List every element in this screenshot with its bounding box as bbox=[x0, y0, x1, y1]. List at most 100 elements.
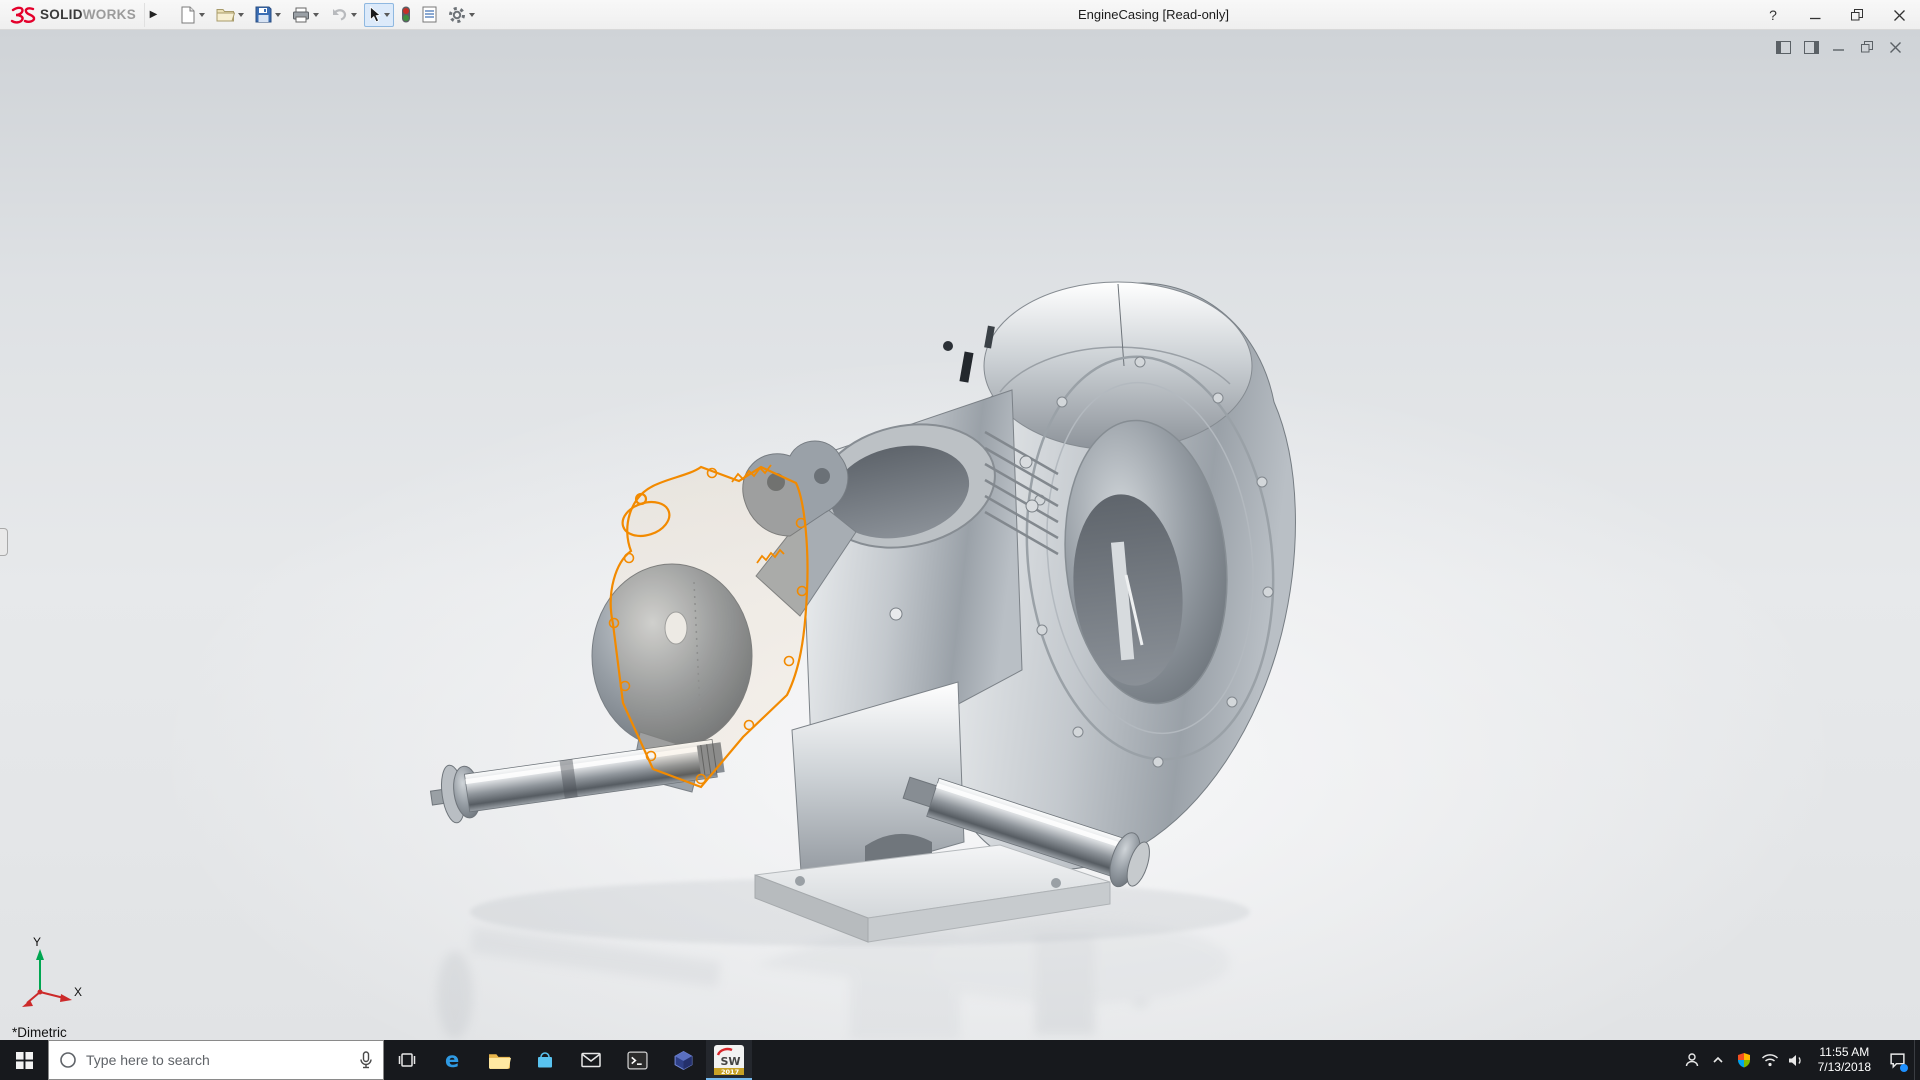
gear-icon bbox=[448, 6, 466, 24]
dowel-pin bbox=[959, 352, 973, 383]
solidworks-logo: SOLIDWORKS bbox=[0, 6, 144, 24]
document-title: EngineCasing [Read-only] bbox=[1078, 0, 1229, 30]
z-axis-arrow bbox=[22, 1000, 33, 1007]
maximize-restore-button[interactable] bbox=[1836, 0, 1878, 30]
document-window-controls bbox=[1774, 39, 1904, 55]
system-tray: 11:55 AM 7/13/2018 bbox=[1679, 1040, 1920, 1080]
titlebar: SOLIDWORKS ▶ bbox=[0, 0, 1920, 30]
taskbar-search[interactable] bbox=[48, 1040, 384, 1080]
selected-sketch[interactable] bbox=[610, 465, 808, 787]
taskbar-app-file-explorer[interactable] bbox=[476, 1040, 522, 1080]
restore-icon bbox=[1861, 41, 1873, 53]
notification-badge bbox=[1900, 1064, 1908, 1072]
taskbar-app-edge[interactable]: e bbox=[430, 1040, 476, 1080]
dassault-3ds-logo-icon bbox=[10, 6, 36, 24]
rebuild-stoplight-icon bbox=[401, 6, 411, 23]
taskbar-app-store[interactable] bbox=[522, 1040, 568, 1080]
brand-text: SOLIDWORKS bbox=[40, 7, 136, 22]
action-center-button[interactable] bbox=[1880, 1040, 1914, 1080]
view-orientation-label: *Dimetric bbox=[12, 1025, 67, 1040]
sw-label: SW bbox=[721, 1055, 741, 1068]
window-controls: ? bbox=[1752, 0, 1920, 30]
taskbar-app-mail[interactable] bbox=[568, 1040, 614, 1080]
sw-year-label: 2017 bbox=[721, 1068, 739, 1075]
mail-envelope-icon bbox=[581, 1052, 601, 1068]
undo-arrow-icon bbox=[330, 7, 348, 22]
pane-left-icon bbox=[1776, 41, 1791, 54]
person-icon bbox=[1684, 1052, 1700, 1068]
doc-minimize-button[interactable] bbox=[1830, 39, 1848, 55]
new-document-icon bbox=[180, 6, 196, 24]
svg-text:e: e bbox=[445, 1048, 459, 1072]
doc-restore-button[interactable] bbox=[1858, 39, 1876, 55]
save-floppy-icon bbox=[255, 6, 272, 23]
taskbar-app-command-prompt[interactable] bbox=[614, 1040, 660, 1080]
graphics-area[interactable]: Y X *Dimetric bbox=[0, 30, 1920, 1040]
select-button[interactable] bbox=[364, 3, 394, 27]
tray-network[interactable] bbox=[1757, 1040, 1783, 1080]
task-view-icon bbox=[397, 1050, 417, 1070]
file-properties-button[interactable] bbox=[418, 3, 441, 27]
clock-time: 11:55 AM bbox=[1819, 1045, 1869, 1060]
dropdown-caret-icon bbox=[199, 13, 205, 17]
pane-right-icon bbox=[1804, 41, 1819, 54]
taskbar-app-cad-viewer[interactable] bbox=[660, 1040, 706, 1080]
print-button[interactable] bbox=[288, 3, 323, 27]
start-button[interactable] bbox=[0, 1040, 48, 1080]
dropdown-caret-icon bbox=[313, 13, 319, 17]
tray-volume[interactable] bbox=[1783, 1040, 1809, 1080]
show-desktop-button[interactable] bbox=[1914, 1040, 1920, 1080]
tray-hidden-icons[interactable] bbox=[1705, 1040, 1731, 1080]
x-axis-label: X bbox=[74, 985, 82, 999]
printer-icon bbox=[292, 7, 310, 23]
dropdown-caret-icon bbox=[469, 13, 475, 17]
windows-start-icon bbox=[16, 1052, 33, 1069]
minimize-icon bbox=[1833, 41, 1845, 53]
chevron-up-icon bbox=[1711, 1053, 1725, 1067]
clock-date: 7/13/2018 bbox=[1818, 1060, 1871, 1075]
file-explorer-icon bbox=[488, 1051, 511, 1070]
display-pane-button[interactable] bbox=[1802, 39, 1820, 55]
open-button[interactable] bbox=[212, 3, 248, 27]
minimize-button[interactable] bbox=[1794, 0, 1836, 30]
dropdown-caret-icon bbox=[351, 13, 357, 17]
file-properties-icon bbox=[422, 6, 437, 23]
menu-flyout-arrow[interactable]: ▶ bbox=[144, 3, 162, 27]
dropdown-caret-icon bbox=[275, 13, 281, 17]
restore-icon bbox=[1851, 9, 1863, 21]
cube-app-icon bbox=[673, 1050, 694, 1071]
task-view-button[interactable] bbox=[384, 1040, 430, 1080]
save-button[interactable] bbox=[251, 3, 285, 27]
close-button[interactable] bbox=[1878, 0, 1920, 30]
y-axis-label: Y bbox=[33, 935, 41, 949]
solidworks-2017-icon: SW 2017 bbox=[714, 1045, 744, 1075]
feature-manager-collapsed-handle[interactable] bbox=[0, 528, 8, 556]
options-button[interactable] bbox=[444, 3, 479, 27]
y-axis-arrow bbox=[36, 949, 44, 960]
tray-defender[interactable] bbox=[1731, 1040, 1757, 1080]
taskbar-clock[interactable]: 11:55 AM 7/13/2018 bbox=[1809, 1045, 1880, 1075]
speaker-icon bbox=[1787, 1053, 1805, 1068]
main-toolbar bbox=[176, 3, 479, 27]
minimize-icon bbox=[1810, 10, 1821, 21]
close-icon bbox=[1890, 42, 1901, 53]
x-axis-arrow bbox=[60, 994, 72, 1002]
taskbar-app-solidworks[interactable]: SW 2017 bbox=[706, 1040, 752, 1080]
edge-icon: e bbox=[441, 1048, 465, 1072]
help-button[interactable]: ? bbox=[1752, 0, 1794, 30]
search-input[interactable] bbox=[86, 1052, 350, 1068]
rebuild-button[interactable] bbox=[397, 3, 415, 27]
wifi-icon bbox=[1761, 1053, 1779, 1067]
windows-taskbar: e bbox=[0, 1040, 1920, 1080]
orientation-triad: Y X bbox=[4, 934, 88, 1018]
open-folder-icon bbox=[216, 7, 235, 23]
microphone-icon[interactable] bbox=[359, 1051, 373, 1070]
tray-contacts[interactable] bbox=[1679, 1040, 1705, 1080]
store-bag-icon bbox=[535, 1050, 555, 1070]
feature-pane-button[interactable] bbox=[1774, 39, 1792, 55]
cortana-circle-icon bbox=[59, 1051, 77, 1069]
new-document-button[interactable] bbox=[176, 3, 209, 27]
undo-button[interactable] bbox=[326, 3, 361, 27]
doc-close-button[interactable] bbox=[1886, 39, 1904, 55]
engine-casing-model[interactable] bbox=[0, 30, 1920, 1040]
